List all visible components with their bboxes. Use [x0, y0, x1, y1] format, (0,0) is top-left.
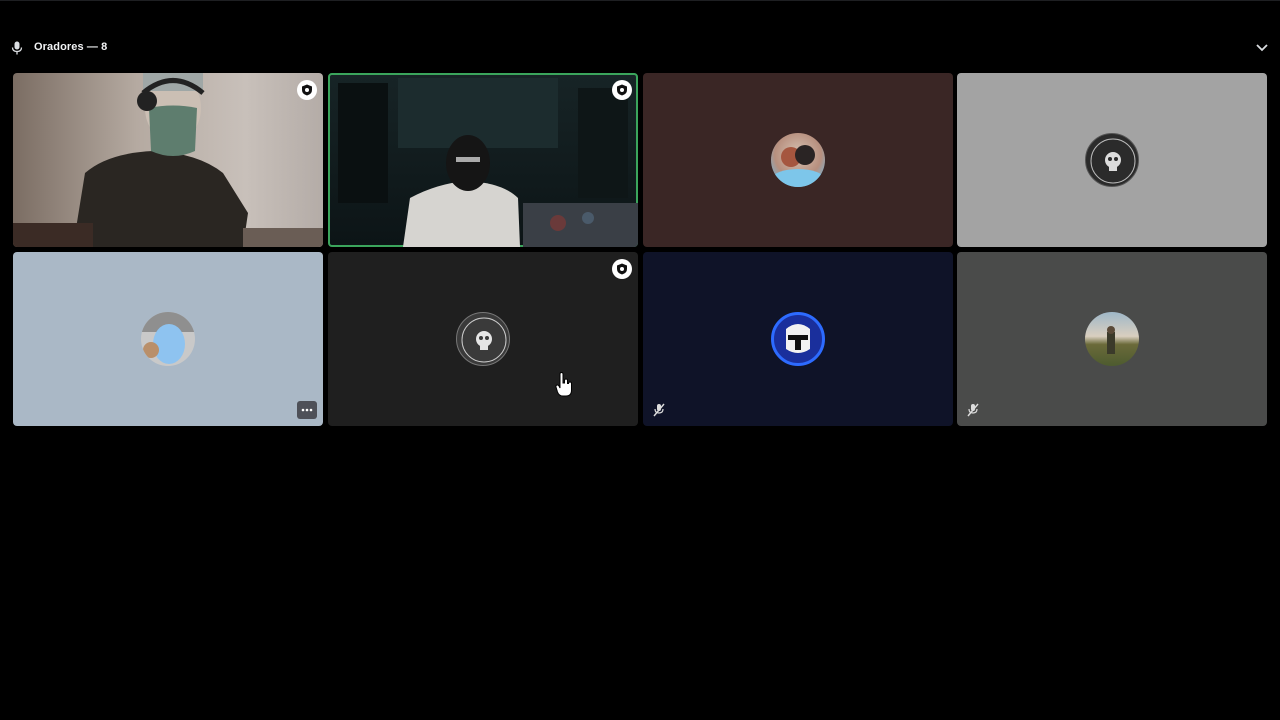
more-options-button[interactable]: [297, 401, 317, 419]
participant-video-tile[interactable]: [13, 73, 323, 247]
clan-azteca-badge-avatar: [1085, 133, 1139, 187]
chevron-down-icon[interactable]: [1254, 42, 1270, 54]
landscape-avatar: [1085, 312, 1139, 366]
clan-azteca-badge-avatar: [456, 312, 510, 366]
muted-microphone-icon: [967, 403, 979, 417]
top-divider: [0, 0, 1280, 1]
ellipsis-icon: [301, 408, 313, 412]
speakers-title: Oradores — 8: [34, 41, 108, 53]
blue-figure-avatar: [141, 312, 195, 366]
shield-icon: [617, 84, 627, 96]
video-feed: [338, 78, 638, 247]
shield-badge: [612, 80, 632, 100]
participant-tile[interactable]: [643, 73, 953, 247]
shield-badge: [612, 259, 632, 279]
hand-cursor-icon: [555, 372, 572, 397]
shield-icon: [617, 263, 627, 275]
speakers-header: Oradores — 8: [0, 38, 1280, 58]
shield-badge: [297, 80, 317, 100]
participant-tile[interactable]: [328, 252, 638, 426]
video-feed: [13, 73, 323, 247]
participant-video-tile[interactable]: [328, 73, 638, 247]
participant-tile[interactable]: [13, 252, 323, 426]
shield-icon: [302, 84, 312, 96]
participant-tile[interactable]: [957, 252, 1267, 426]
muted-microphone-icon: [653, 403, 665, 417]
microphone-icon: [11, 41, 23, 55]
participant-tile[interactable]: [643, 252, 953, 426]
participant-tile[interactable]: [957, 73, 1267, 247]
clone-trooper-avatar: [771, 312, 825, 366]
couple-photo-avatar: [771, 133, 825, 187]
